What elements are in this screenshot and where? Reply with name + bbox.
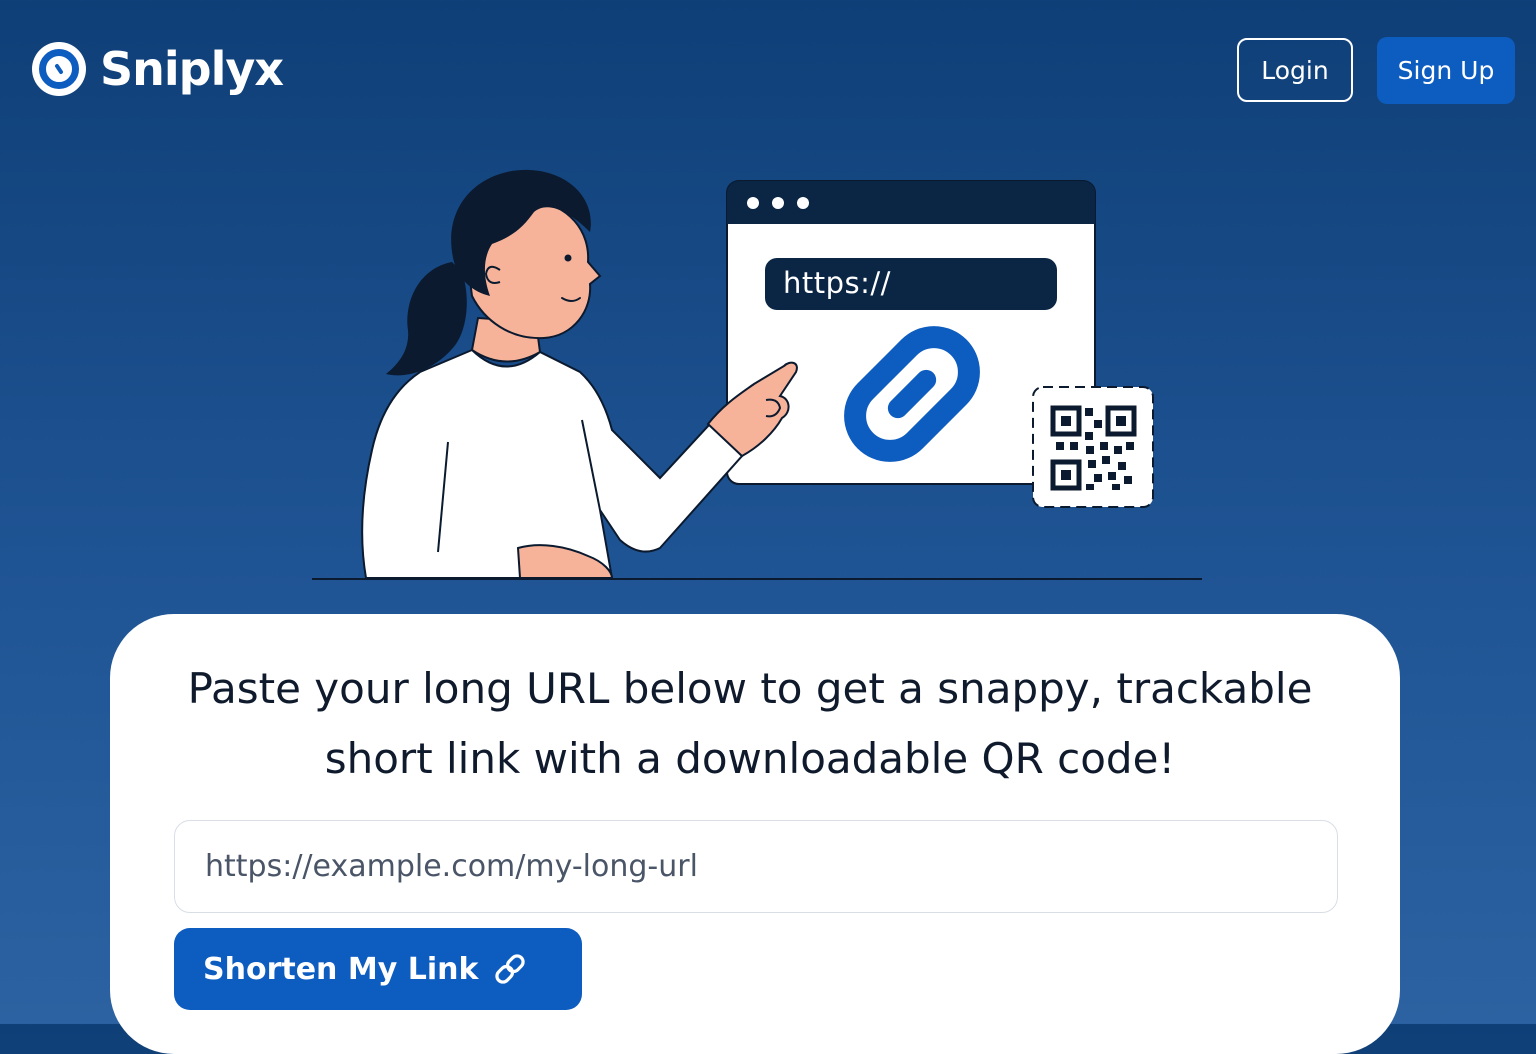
browser-url-text: https:// [783, 266, 891, 300]
login-button[interactable]: Login [1237, 38, 1353, 102]
window-dot [772, 197, 784, 209]
window-dot [797, 197, 809, 209]
headline-line-1: Paste your long URL below to get a snapp… [187, 664, 1313, 713]
chain-link-icon [495, 954, 526, 984]
page-headline: Paste your long URL below to get a snapp… [0, 654, 1500, 794]
shorten-link-button[interactable]: Shorten My Link [174, 928, 582, 1010]
sniplyx-logo-icon [32, 42, 86, 96]
qr-code-icon [1032, 386, 1154, 508]
shorten-link-label: Shorten My Link [203, 951, 479, 987]
top-navigation-bar: Sniplyx Login Sign Up [0, 0, 1536, 140]
long-url-input[interactable] [174, 820, 1338, 913]
signup-button[interactable]: Sign Up [1377, 37, 1515, 104]
brand[interactable]: Sniplyx [32, 42, 284, 96]
window-dot [747, 197, 759, 209]
hero-illustration [312, 169, 1202, 580]
headline-line-2: short link with a downloadable QR code! [324, 734, 1176, 783]
brand-name: Sniplyx [100, 42, 284, 96]
